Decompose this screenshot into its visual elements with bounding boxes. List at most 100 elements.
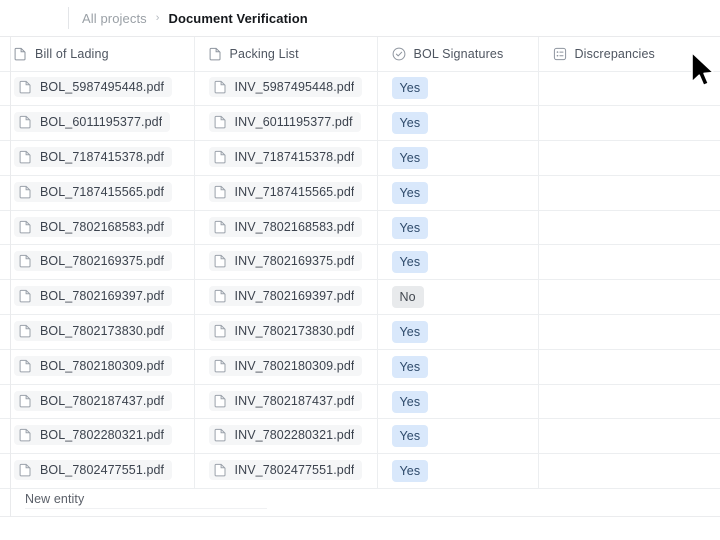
table-row[interactable]: BOL_7187415378.pdf INV_7187415378.pdf Ye… (0, 140, 720, 176)
file-icon (14, 47, 27, 61)
cell-bol-signature[interactable]: No (377, 279, 539, 316)
file-chip[interactable]: INV_7802169397.pdf (208, 286, 363, 307)
file-chip[interactable]: BOL_7187415565.pdf (14, 181, 173, 202)
file-icon (19, 254, 32, 268)
table-row[interactable]: BOL_5987495448.pdf INV_5987495448.pdf Ye… (0, 71, 720, 107)
file-icon (19, 324, 32, 338)
table-row[interactable]: BOL_7802280321.pdf INV_7802280321.pdf Ye… (0, 418, 720, 455)
file-chip[interactable]: BOL_6011195377.pdf (14, 112, 171, 133)
cell-bill-of-lading[interactable]: BOL_7187415378.pdf (0, 140, 195, 176)
cell-packing-list[interactable]: INV_5987495448.pdf (194, 71, 378, 107)
cell-discrepancies[interactable] (538, 105, 720, 142)
cell-bill-of-lading[interactable]: BOL_7187415565.pdf (0, 175, 195, 211)
cell-discrepancies[interactable] (538, 418, 720, 455)
file-chip[interactable]: INV_7187415378.pdf (208, 146, 363, 167)
file-chip[interactable]: INV_7802168583.pdf (208, 216, 363, 237)
cell-bill-of-lading[interactable]: BOL_7802180309.pdf (0, 349, 195, 385)
cell-bol-signature[interactable]: Yes (377, 210, 539, 246)
file-name: BOL_7802169375.pdf (40, 254, 165, 269)
file-chip[interactable]: INV_5987495448.pdf (208, 77, 363, 98)
cell-discrepancies[interactable] (538, 314, 720, 350)
file-chip[interactable]: BOL_7802477551.pdf (14, 460, 173, 481)
cell-discrepancies[interactable] (538, 210, 720, 246)
cell-bill-of-lading[interactable]: BOL_7802187437.pdf (0, 384, 195, 420)
cell-bill-of-lading[interactable]: BOL_5987495448.pdf (0, 71, 195, 107)
cell-bol-signature[interactable]: Yes (377, 314, 539, 350)
cell-discrepancies[interactable] (538, 71, 720, 107)
table-row[interactable]: BOL_7802168583.pdf INV_7802168583.pdf Ye… (0, 210, 720, 246)
file-chip[interactable]: BOL_7802169397.pdf (14, 286, 173, 307)
file-chip[interactable]: BOL_7187415378.pdf (14, 146, 173, 167)
column-header-bill-of-lading[interactable]: Bill of Lading (0, 37, 195, 72)
column-header-discrepancies[interactable]: Discrepancies (538, 37, 720, 72)
table-row[interactable]: BOL_7187415565.pdf INV_7187415565.pdf Ye… (0, 175, 720, 211)
table-row[interactable]: BOL_7802180309.pdf INV_7802180309.pdf Ye… (0, 349, 720, 385)
table-row[interactable]: BOL_7802187437.pdf INV_7802187437.pdf Ye… (0, 384, 720, 420)
file-chip[interactable]: INV_7802477551.pdf (208, 460, 363, 481)
table-row[interactable]: BOL_6011195377.pdf INV_6011195377.pdf Ye… (0, 105, 720, 142)
file-name: BOL_7802187437.pdf (40, 393, 165, 408)
cell-bol-signature[interactable]: Yes (377, 418, 539, 455)
file-name: BOL_6011195377.pdf (40, 115, 163, 130)
cell-discrepancies[interactable] (538, 175, 720, 211)
cell-packing-list[interactable]: INV_7802187437.pdf (194, 384, 378, 420)
cell-discrepancies[interactable] (538, 140, 720, 176)
new-entity-label: New entity (25, 492, 85, 506)
file-chip[interactable]: BOL_7802169375.pdf (14, 251, 173, 272)
file-icon (214, 80, 227, 94)
file-chip[interactable]: BOL_7802180309.pdf (14, 355, 173, 376)
file-icon (214, 254, 227, 268)
cell-bill-of-lading[interactable]: BOL_7802169397.pdf (0, 279, 195, 316)
cell-bol-signature[interactable]: Yes (377, 349, 539, 385)
column-header-packing-list[interactable]: Packing List (194, 37, 378, 72)
cell-packing-list[interactable]: INV_7802173830.pdf (194, 314, 378, 350)
cell-packing-list[interactable]: INV_7187415378.pdf (194, 140, 378, 176)
cell-bol-signature[interactable]: Yes (377, 175, 539, 211)
table-header: Bill of Lading Packing List BOL Signatur… (0, 37, 720, 72)
file-name: INV_7802169375.pdf (234, 254, 355, 269)
file-chip[interactable]: BOL_7802173830.pdf (14, 320, 173, 341)
cell-discrepancies[interactable] (538, 279, 720, 316)
file-chip[interactable]: INV_7187415565.pdf (208, 181, 363, 202)
column-header-label: Bill of Lading (35, 46, 109, 61)
table-row[interactable]: BOL_7802173830.pdf INV_7802173830.pdf Ye… (0, 314, 720, 350)
cell-bill-of-lading[interactable]: BOL_7802280321.pdf (0, 418, 195, 455)
file-chip[interactable]: INV_7802173830.pdf (208, 320, 363, 341)
cell-bill-of-lading[interactable]: BOL_7802168583.pdf (0, 210, 195, 246)
file-chip[interactable]: INV_7802169375.pdf (208, 251, 363, 272)
cell-discrepancies[interactable] (538, 384, 720, 420)
cell-packing-list[interactable]: INV_7802280321.pdf (194, 418, 378, 455)
status-badge: Yes (391, 390, 429, 413)
file-chip[interactable]: INV_7802280321.pdf (208, 425, 363, 446)
cell-packing-list[interactable]: INV_6011195377.pdf (194, 105, 378, 142)
file-chip[interactable]: BOL_5987495448.pdf (14, 77, 173, 98)
cell-bill-of-lading[interactable]: BOL_6011195377.pdf (0, 105, 195, 142)
cell-bol-signature[interactable]: Yes (377, 244, 539, 281)
cell-discrepancies[interactable] (538, 244, 720, 281)
file-icon (214, 150, 227, 164)
new-entity-row[interactable]: New entity (11, 482, 720, 516)
cell-packing-list[interactable]: INV_7802169375.pdf (194, 244, 378, 281)
table-row[interactable]: BOL_7802169375.pdf INV_7802169375.pdf Ye… (0, 244, 720, 281)
file-chip[interactable]: INV_7802187437.pdf (208, 390, 363, 411)
table-row[interactable]: BOL_7802169397.pdf INV_7802169397.pdf No (0, 279, 720, 316)
cell-packing-list[interactable]: INV_7187415565.pdf (194, 175, 378, 211)
cell-bol-signature[interactable]: Yes (377, 140, 539, 176)
file-chip[interactable]: INV_7802180309.pdf (208, 355, 363, 376)
cell-packing-list[interactable]: INV_7802169397.pdf (194, 279, 378, 316)
cell-bill-of-lading[interactable]: BOL_7802169375.pdf (0, 244, 195, 281)
cell-packing-list[interactable]: INV_7802180309.pdf (194, 349, 378, 385)
breadcrumb-item-current[interactable]: Document Verification (168, 11, 307, 26)
cell-bol-signature[interactable]: Yes (377, 71, 539, 107)
file-chip[interactable]: INV_6011195377.pdf (208, 112, 361, 133)
cell-bill-of-lading[interactable]: BOL_7802173830.pdf (0, 314, 195, 350)
file-chip[interactable]: BOL_7802280321.pdf (14, 425, 173, 446)
column-header-bol-signatures[interactable]: BOL Signatures (377, 37, 539, 72)
cell-bol-signature[interactable]: Yes (377, 105, 539, 142)
file-chip[interactable]: BOL_7802187437.pdf (14, 390, 173, 411)
breadcrumb-item-all-projects[interactable]: All projects (82, 11, 147, 26)
cell-bol-signature[interactable]: Yes (377, 384, 539, 420)
file-chip[interactable]: BOL_7802168583.pdf (14, 216, 173, 237)
cell-packing-list[interactable]: INV_7802168583.pdf (194, 210, 378, 246)
cell-discrepancies[interactable] (538, 349, 720, 385)
